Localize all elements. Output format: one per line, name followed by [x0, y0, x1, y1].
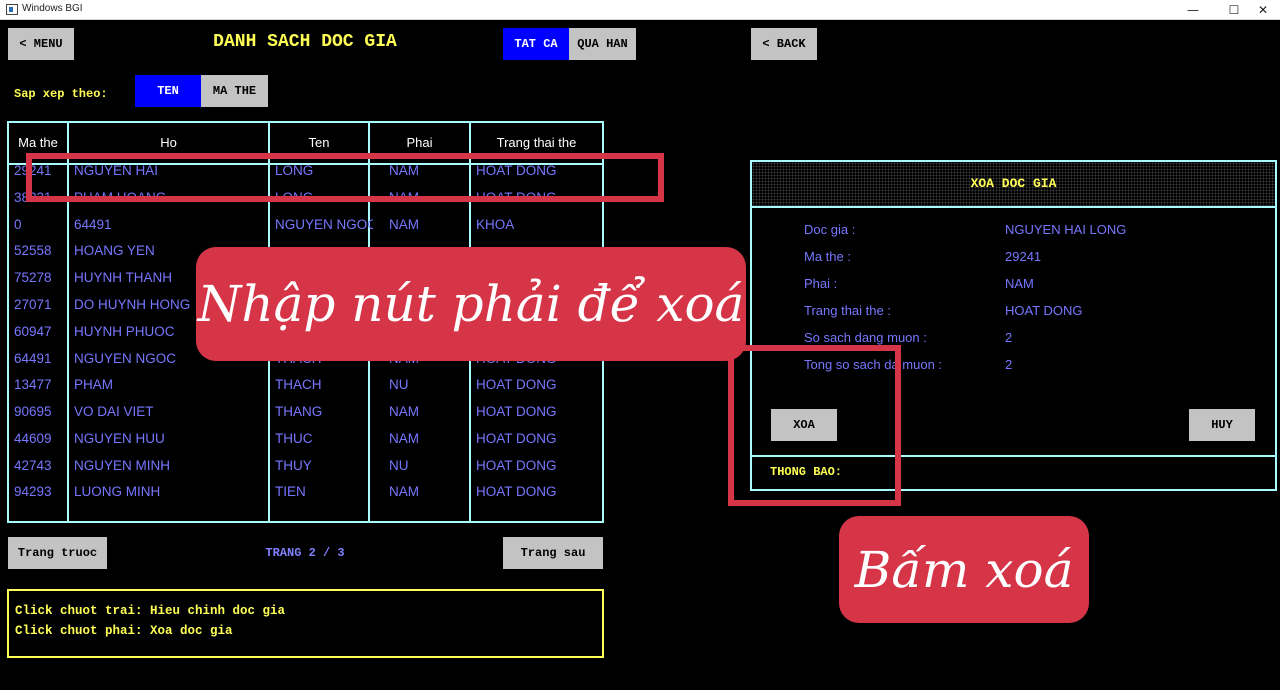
- cell-card-status: HOAT DONG: [476, 484, 557, 499]
- field-value-reader: NGUYEN HAI LONG: [1005, 222, 1127, 237]
- press-delete-callout: Bấm xoá: [839, 516, 1089, 623]
- column-header-card-id: Ma the: [18, 135, 58, 150]
- help-right-click: Click chuot phai: Xoa doc gia: [15, 624, 233, 638]
- field-value-card-status: HOAT DONG: [1005, 303, 1083, 318]
- cell-first-name: THACH: [275, 377, 322, 392]
- column-header-card-status: Trang thai the: [496, 135, 577, 150]
- row-highlight-outline: [26, 153, 664, 202]
- minimize-icon[interactable]: —: [1176, 0, 1210, 20]
- cell-gender: NU: [389, 377, 409, 392]
- field-label-reader: Doc gia :: [804, 222, 856, 237]
- field-label-gender: Phai :: [804, 276, 838, 291]
- page-indicator: TRANG 2 / 3: [265, 546, 345, 560]
- cell-card-id: 94293: [14, 484, 52, 499]
- column-header-first-name: Ten: [308, 135, 330, 150]
- cell-last-name: 64491: [74, 217, 112, 232]
- app-icon: [6, 4, 18, 15]
- dialog-title: XOA DOC GIA: [970, 176, 1057, 191]
- field-label-borrowing: So sach dang muon :: [804, 330, 927, 345]
- column-header-gender: Phai: [406, 135, 433, 150]
- field-value-card-id: 29241: [1005, 249, 1042, 264]
- field-label-card-id: Ma the :: [804, 249, 851, 264]
- field-label-card-status: Trang thai the :: [804, 303, 891, 318]
- cell-card-id: 27071: [14, 297, 52, 312]
- delete-highlight-outline: [728, 345, 901, 506]
- back-button[interactable]: < BACK: [751, 28, 817, 60]
- cell-card-status: HOAT DONG: [476, 377, 557, 392]
- sort-label: Sap xep theo:: [14, 87, 108, 101]
- help-box: Click chuot trai: Hieu chinh doc gia Cli…: [7, 589, 604, 658]
- cell-card-id: 13477: [14, 377, 52, 392]
- cell-card-status: HOAT DONG: [476, 431, 557, 446]
- cell-first-name: TIEN: [275, 484, 306, 499]
- table-row[interactable]: 0 64491 NGUYEN NGOC NAM KHOA: [9, 217, 603, 243]
- right-click-callout: Nhập nút phải để xoá: [196, 247, 746, 361]
- cell-last-name: NGUYEN HUU: [74, 431, 165, 446]
- cell-gender: NAM: [389, 217, 419, 232]
- cell-card-id: 75278: [14, 270, 52, 285]
- cell-first-name: NGUYEN NGOC: [275, 217, 373, 232]
- column-header-last-name: Ho: [160, 135, 177, 150]
- cell-card-id: 60947: [14, 324, 52, 339]
- filter-all-tab[interactable]: TAT CA: [503, 28, 569, 60]
- cell-card-id: 64491: [14, 351, 52, 366]
- cell-last-name: PHAM: [74, 377, 114, 392]
- window-titlebar: Windows BGI — ☐ ✕: [0, 0, 1280, 20]
- cell-card-id: 52558: [14, 243, 52, 258]
- cell-card-status: HOAT DONG: [476, 458, 557, 473]
- sort-by-name-button[interactable]: TEN: [135, 75, 201, 107]
- cell-last-name: VO DAI VIET: [74, 404, 154, 419]
- prev-page-button[interactable]: Trang truoc: [8, 537, 107, 569]
- cell-card-id: 0: [14, 217, 22, 232]
- cell-card-id: 44609: [14, 431, 52, 446]
- help-left-click: Click chuot trai: Hieu chinh doc gia: [15, 604, 286, 618]
- close-icon[interactable]: ✕: [1246, 0, 1280, 20]
- filter-overdue-tab[interactable]: QUA HAN: [569, 28, 636, 60]
- field-value-borrowing: 2: [1005, 330, 1013, 345]
- table-row[interactable]: 13477 PHAM THACH NU HOAT DONG: [9, 377, 603, 403]
- cell-first-name: THUC: [275, 431, 313, 446]
- cell-card-id: 90695: [14, 404, 52, 419]
- cell-card-status: KHOA: [476, 217, 515, 232]
- field-value-total-borrowed: 2: [1005, 357, 1013, 372]
- cell-gender: NAM: [389, 431, 419, 446]
- table-row[interactable]: 42743 NGUYEN MINH THUY NU HOAT DONG: [9, 458, 603, 484]
- table-row[interactable]: 44609 NGUYEN HUU THUC NAM HOAT DONG: [9, 431, 603, 457]
- next-page-button[interactable]: Trang sau: [503, 537, 603, 569]
- table-row[interactable]: 94293 LUONG MINH TIEN NAM HOAT DONG: [9, 484, 603, 510]
- table-row[interactable]: 90695 VO DAI VIET THANG NAM HOAT DONG: [9, 404, 603, 430]
- menu-button[interactable]: < MENU: [8, 28, 74, 60]
- cell-gender: NU: [389, 458, 409, 473]
- cell-first-name: THANG: [275, 404, 323, 419]
- field-value-gender: NAM: [1005, 276, 1034, 291]
- cell-gender: NAM: [389, 404, 419, 419]
- cell-first-name: THUY: [275, 458, 312, 473]
- cell-gender: NAM: [389, 484, 419, 499]
- cell-last-name: NGUYEN MINH: [74, 458, 171, 473]
- cell-card-id: 42743: [14, 458, 52, 473]
- cancel-button[interactable]: HUY: [1189, 409, 1255, 441]
- cell-card-status: HOAT DONG: [476, 404, 557, 419]
- window-title: Windows BGI: [22, 3, 83, 14]
- sort-by-card-button[interactable]: MA THE: [201, 75, 268, 107]
- page-title: DANH SACH DOC GIA: [213, 32, 397, 52]
- cell-last-name: LUONG MINH: [74, 484, 161, 499]
